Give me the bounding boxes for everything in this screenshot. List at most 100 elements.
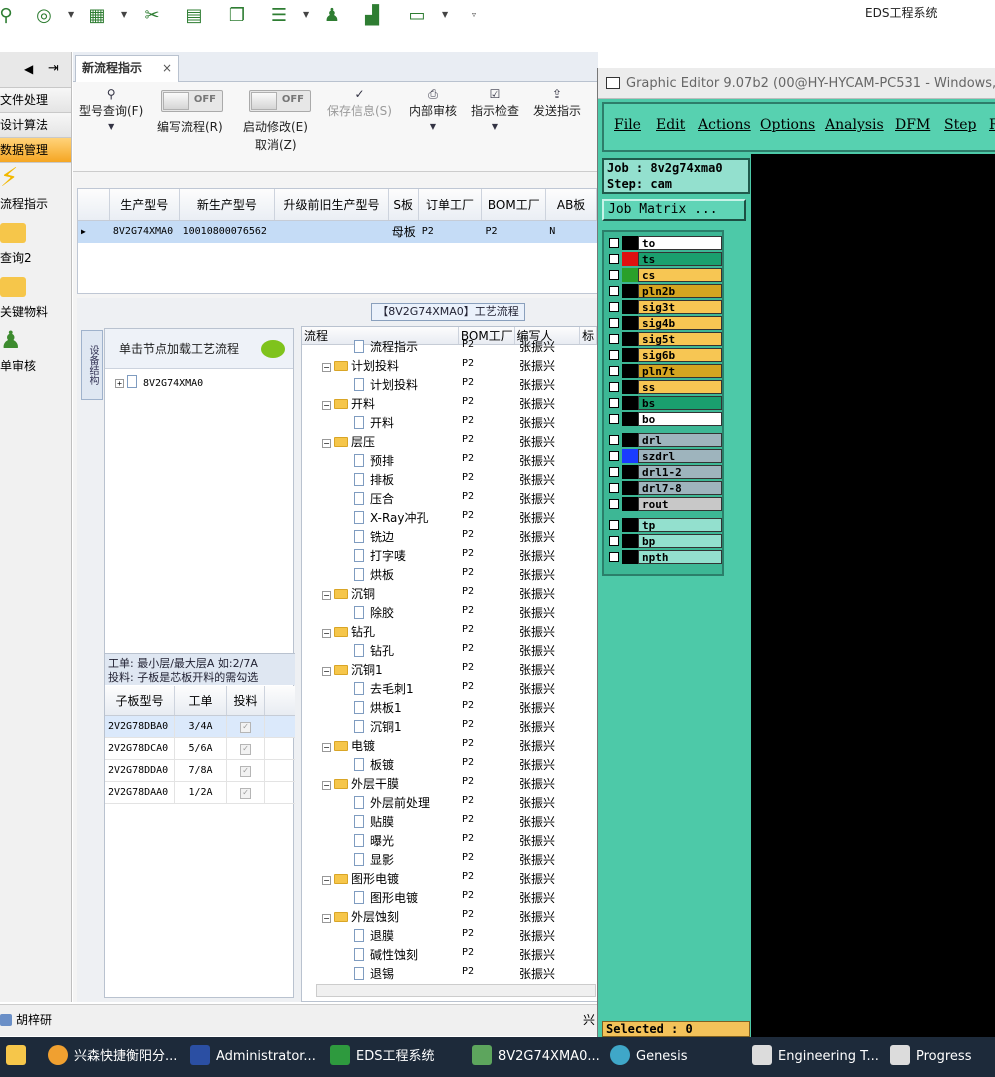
layer-color-swatch[interactable] — [622, 396, 638, 410]
col-header[interactable]: 生产型号 — [110, 189, 180, 220]
layer-checkbox[interactable] — [609, 467, 619, 477]
flow-tree-row[interactable]: 钻孔 P2 张振兴 — [302, 640, 597, 659]
col-header[interactable]: 工单 — [175, 686, 227, 715]
feed-checkbox[interactable]: ✓ — [227, 716, 265, 737]
layer-checkbox[interactable] — [609, 318, 619, 328]
internal-review-button[interactable]: ⎙ 内部审核 ▼ — [409, 86, 457, 135]
flow-tree-row[interactable]: 打字唛 P2 张振兴 — [302, 545, 597, 564]
layer-checkbox[interactable] — [609, 414, 619, 424]
tab-new-flow[interactable]: 新流程指示 × — [75, 55, 179, 82]
taskbar-item[interactable]: Engineering T... — [752, 1037, 879, 1077]
layer-checkbox[interactable] — [609, 499, 619, 509]
layer-color-swatch[interactable] — [622, 364, 638, 378]
chart-icon[interactable]: ▟ — [360, 4, 384, 28]
layer-color-swatch[interactable] — [622, 316, 638, 330]
nav-back-icon[interactable]: ◀ — [24, 62, 33, 76]
collapse-icon[interactable]: − — [322, 876, 331, 885]
flow-tree-row[interactable]: 流程指示 P2 张振兴 — [302, 336, 597, 355]
layer-checkbox[interactable] — [609, 286, 619, 296]
flow-tree-row[interactable]: − 电镀 P2 张振兴 — [302, 735, 597, 754]
save-info-button[interactable]: ✓ 保存信息(S) — [327, 86, 392, 119]
flow-tree-row[interactable]: X-Ray冲孔 P2 张振兴 — [302, 507, 597, 526]
flow-tree-row[interactable]: 图形电镀 P2 张振兴 — [302, 887, 597, 906]
flow-tree-row[interactable]: 烘板 P2 张振兴 — [302, 564, 597, 583]
nav-pin-icon[interactable]: ⇥ — [48, 61, 59, 76]
collapse-icon[interactable]: − — [322, 781, 331, 790]
layer-row[interactable]: ts — [606, 252, 722, 266]
search-icon[interactable]: ⚲ — [0, 4, 18, 28]
flow-tree-row[interactable]: 预排 P2 张振兴 — [302, 450, 597, 469]
layer-checkbox[interactable] — [609, 536, 619, 546]
layer-checkbox[interactable] — [609, 334, 619, 344]
layer-name[interactable]: to — [638, 236, 722, 250]
layer-checkbox[interactable] — [609, 254, 619, 264]
overflow-icon[interactable]: ▿ — [472, 10, 476, 19]
flow-tree-row[interactable]: 碱性蚀刻 P2 张振兴 — [302, 944, 597, 963]
film-icon[interactable]: ▤ — [182, 4, 206, 28]
tree-root-node[interactable]: +8V2G74XMA0 — [115, 375, 203, 389]
layer-row[interactable]: rout — [606, 497, 722, 511]
nav-query[interactable]: 查询2 — [0, 217, 71, 271]
side-tab[interactable]: 设备结构 — [81, 330, 103, 400]
layer-checkbox[interactable] — [609, 238, 619, 248]
close-icon[interactable]: × — [162, 56, 172, 81]
expand-icon[interactable]: + — [115, 379, 124, 388]
layer-name[interactable]: drl — [638, 433, 722, 447]
flow-tree-row[interactable]: − 沉铜1 P2 张振兴 — [302, 659, 597, 678]
cancel-button[interactable]: 取消(Z) — [255, 136, 297, 153]
layer-name[interactable]: drl1-2 — [638, 465, 722, 479]
layer-row[interactable]: pln2b — [606, 284, 722, 298]
col-header[interactable]: BOM工厂 — [482, 189, 547, 220]
nav-flow[interactable]: ⚡ 流程指示 — [0, 163, 71, 217]
col-header[interactable]: 升级前旧生产型号 — [275, 189, 389, 220]
layer-color-swatch[interactable] — [622, 481, 638, 495]
layer-row[interactable]: tp — [606, 518, 722, 532]
col-header[interactable]: AB板 — [546, 189, 597, 220]
layer-name[interactable]: sig4b — [638, 316, 722, 330]
layer-name[interactable]: drl7-8 — [638, 481, 722, 495]
taskbar-folder[interactable] — [6, 1037, 32, 1077]
chevron-down-icon[interactable]: ▼ — [121, 10, 127, 19]
layer-color-swatch[interactable] — [622, 550, 638, 564]
layer-color-swatch[interactable] — [622, 412, 638, 426]
layer-color-swatch[interactable] — [622, 380, 638, 394]
layer-name[interactable]: sig6b — [638, 348, 722, 362]
nav-item-data[interactable]: 数据管理 — [0, 138, 71, 163]
flow-tree-row[interactable]: 计划投料 P2 张振兴 — [302, 374, 597, 393]
layer-row[interactable]: ss — [606, 380, 722, 394]
taskbar-item[interactable]: Progress — [890, 1037, 971, 1077]
job-matrix-button[interactable]: Job Matrix ... — [602, 199, 746, 221]
layer-row[interactable]: to — [606, 236, 722, 250]
layer-row[interactable]: bs — [606, 396, 722, 410]
layer-row[interactable]: cs — [606, 268, 722, 282]
layer-row[interactable]: npth — [606, 550, 722, 564]
menu-options[interactable]: Options — [760, 117, 815, 133]
grid-icon[interactable]: ▦ — [85, 4, 109, 28]
layer-row[interactable]: sig4b — [606, 316, 722, 330]
layer-row[interactable]: sig3t — [606, 300, 722, 314]
layer-name[interactable]: npth — [638, 550, 722, 564]
nav-review[interactable]: ♟ 单审核 — [0, 325, 71, 379]
copy-icon[interactable]: ❐ — [225, 4, 249, 28]
col-header[interactable]: 投料 — [227, 686, 265, 715]
layer-name[interactable]: pln2b — [638, 284, 722, 298]
flow-tree-row[interactable]: − 外层干膜 P2 张振兴 — [302, 773, 597, 792]
window-icon[interactable]: ▭ — [405, 4, 429, 28]
layer-name[interactable]: bo — [638, 412, 722, 426]
feed-checkbox[interactable]: ✓ — [227, 782, 265, 803]
col-header[interactable]: 订单工厂 — [419, 189, 483, 220]
flow-tree-row[interactable]: 外层前处理 P2 张振兴 — [302, 792, 597, 811]
chevron-down-icon[interactable]: ▼ — [68, 10, 74, 19]
send-button[interactable]: ⇪ 发送指示 — [533, 86, 581, 119]
collapse-icon[interactable]: − — [322, 591, 331, 600]
flow-tree-row[interactable]: 铣边 P2 张振兴 — [302, 526, 597, 545]
layer-color-swatch[interactable] — [622, 497, 638, 511]
layer-name[interactable]: sig3t — [638, 300, 722, 314]
chevron-down-icon[interactable]: ▼ — [303, 10, 309, 19]
layer-row[interactable]: drl7-8 — [606, 481, 722, 495]
table-row[interactable]: 2V2G78DDA0 7/8A ✓ — [105, 760, 295, 782]
nav-item-file[interactable]: 文件处理 — [0, 88, 71, 113]
flow-tree-row[interactable]: 开料 P2 张振兴 — [302, 412, 597, 431]
collapse-icon[interactable]: − — [322, 667, 331, 676]
col-header[interactable]: S板 — [389, 189, 419, 220]
